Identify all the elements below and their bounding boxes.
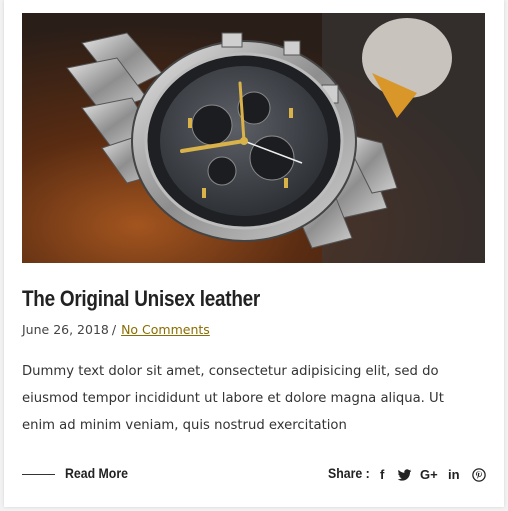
blog-post-card: The Original Unisex leather June 26, 201…: [4, 0, 504, 507]
pinterest-icon[interactable]: [472, 467, 486, 483]
google-plus-icon[interactable]: G+: [420, 467, 438, 483]
post-excerpt: Dummy text dolor sit amet, consectetur a…: [22, 364, 444, 433]
read-more-link[interactable]: Read More: [65, 465, 128, 481]
linkedin-icon[interactable]: in: [448, 467, 460, 483]
post-featured-image[interactable]: [22, 13, 485, 263]
facebook-icon[interactable]: f: [380, 467, 384, 483]
post-date: June 26, 2018: [22, 322, 109, 337]
comments-link[interactable]: No Comments: [121, 322, 210, 337]
wristwatch-image: [22, 13, 485, 263]
read-more-divider: [22, 474, 55, 475]
meta-separator: /: [111, 322, 117, 337]
post-footer: Read More Share : f G+ in: [22, 464, 487, 486]
post-title[interactable]: The Original Unisex leather: [22, 286, 418, 312]
post-meta: June 26, 2018/ No Comments: [22, 322, 210, 337]
twitter-icon[interactable]: [397, 467, 412, 483]
share-label: Share :: [328, 465, 370, 481]
